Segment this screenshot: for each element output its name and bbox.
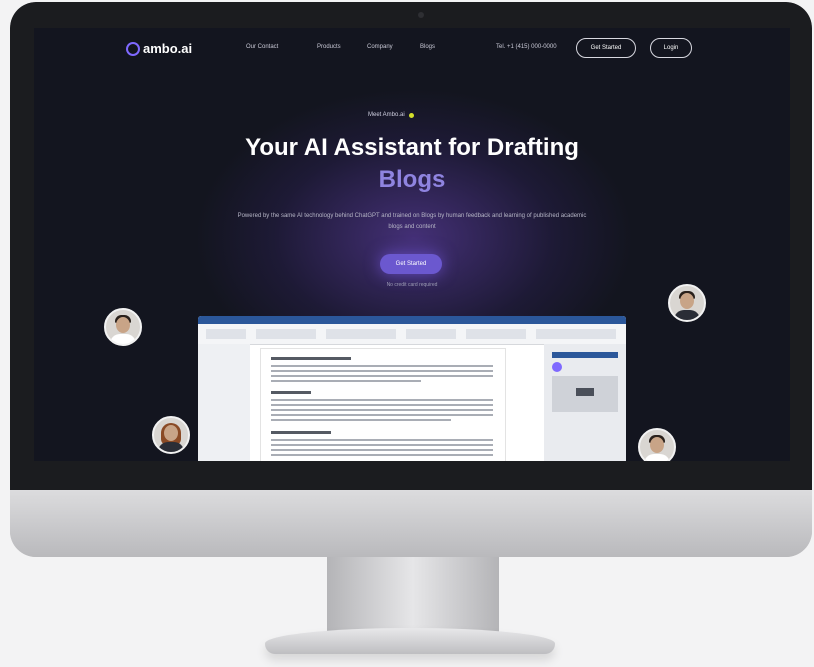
app-ribbon-toolbar xyxy=(198,324,626,345)
assistant-card-button[interactable] xyxy=(576,388,594,396)
document-page xyxy=(260,348,506,461)
nav-link-company[interactable]: Company xyxy=(367,44,393,50)
assistant-card xyxy=(552,376,618,412)
app-left-panel xyxy=(198,344,250,461)
screen: ambo.ai Our Contact Products Company Blo… xyxy=(34,28,790,461)
avatar xyxy=(104,308,142,346)
login-button[interactable]: Login xyxy=(650,38,692,58)
assistant-icon xyxy=(552,362,562,372)
nav-link-contact[interactable]: Our Contact xyxy=(246,44,278,50)
hero-title: Your AI Assistant for Drafting xyxy=(245,134,579,161)
get-started-nav-button[interactable]: Get Started xyxy=(576,38,636,58)
monitor-chin xyxy=(10,490,812,557)
avatar xyxy=(668,284,706,322)
hero-badge-text: Meet Ambo.ai xyxy=(368,112,405,118)
nav-link-blogs[interactable]: Blogs xyxy=(420,44,435,50)
get-started-button[interactable]: Get Started xyxy=(380,254,442,274)
hero-badge: Meet Ambo.ai xyxy=(368,112,414,118)
app-preview-window xyxy=(198,316,626,461)
avatar xyxy=(638,428,676,461)
top-navigation: ambo.ai Our Contact Products Company Blo… xyxy=(34,28,790,72)
badge-dot-icon xyxy=(408,112,414,118)
nav-link-products[interactable]: Products xyxy=(317,44,341,50)
camera-icon xyxy=(418,12,424,18)
hero-title-highlight: Blogs xyxy=(378,166,446,193)
ai-assistant-panel xyxy=(544,344,626,461)
logo-text: ambo.ai xyxy=(143,41,193,56)
monitor-stand-neck xyxy=(327,557,499,632)
hero-description: Powered by the same AI technology behind… xyxy=(237,213,587,230)
logo[interactable]: ambo.ai xyxy=(126,41,192,56)
monitor-stand-base xyxy=(265,628,555,654)
phone-number[interactable]: Tel. +1 (415) 000-0000 xyxy=(496,44,557,50)
avatar xyxy=(152,416,190,454)
logo-ring-icon xyxy=(126,41,140,56)
app-title-bar xyxy=(198,316,626,324)
